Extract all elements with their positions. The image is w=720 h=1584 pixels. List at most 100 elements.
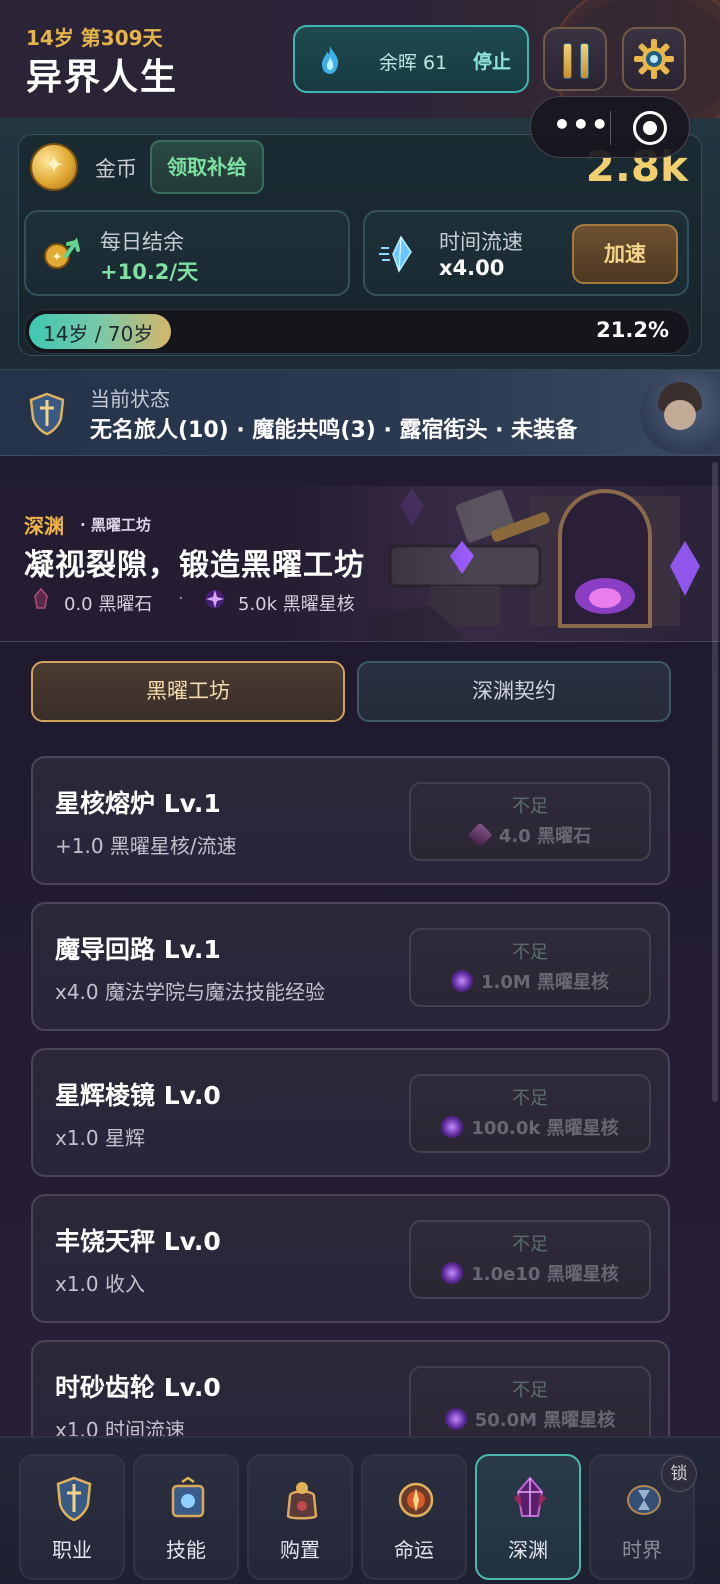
nav-career[interactable]: 职业	[19, 1454, 125, 1580]
upgrade-name: 时砂齿轮 Lv.0	[55, 1373, 221, 1402]
obsidian-core-icon	[441, 1116, 464, 1138]
miniprogram-capsule: •••	[530, 96, 690, 158]
hourglass-icon	[627, 1485, 661, 1515]
gear-icon	[634, 39, 674, 79]
upgrade-effect: x4.0 魔法学院与魔法技能经验	[55, 980, 325, 1004]
record-circle-icon[interactable]	[633, 111, 667, 145]
age-day-label: 14岁 第309天	[26, 26, 163, 50]
upgrade-effect: +1.0 黑曜星核/流速	[55, 834, 237, 858]
obsidian-stone-amount: 0.0 黑曜石	[64, 594, 153, 615]
nav-label: 命运	[394, 1538, 434, 1562]
upgrade-cost-button[interactable]: 不足 1.0e10 黑曜星核	[409, 1220, 651, 1299]
status-value: 无名旅人(10) · 魔能共鸣(3) · 露宿街头 · 未装备	[90, 418, 578, 443]
upgrade-card: 星核熔炉 Lv.1 +1.0 黑曜星核/流速 不足 4.0 黑曜石	[31, 756, 670, 885]
svg-text:✦: ✦	[52, 250, 63, 265]
obsidian-core-amount: 5.0k 黑曜星核	[238, 594, 355, 615]
upgrade-cost-button[interactable]: 不足 4.0 黑曜石	[409, 782, 651, 861]
upgrade-card: 星辉棱镜 Lv.0 x1.0 星辉 不足 100.0k 黑曜星核	[31, 1048, 670, 1177]
cost-row: 1.0M 黑曜星核	[411, 968, 649, 994]
crystal-icon	[514, 1476, 546, 1517]
cost-amount: 100.0k 黑曜星核	[471, 1118, 619, 1139]
stop-label: 停止	[473, 51, 512, 73]
tab-obsidian-workshop[interactable]: 黑曜工坊	[31, 661, 345, 722]
abyss-tag: 深渊	[24, 514, 64, 538]
shield-icon	[56, 1476, 92, 1522]
capsule-divider	[610, 111, 611, 145]
upgrade-name: 魔导回路 Lv.1	[55, 935, 221, 964]
upgrade-cost-button[interactable]: 不足 1.0M 黑曜星核	[409, 928, 651, 1007]
cost-row: 4.0 黑曜石	[411, 822, 649, 848]
life-percent: 21.2%	[596, 318, 669, 342]
bottom-nav: 职业 技能 购置 命运 深渊 时界 锁	[0, 1436, 720, 1584]
upgrade-list[interactable]: 星核熔炉 Lv.1 +1.0 黑曜星核/流速 不足 4.0 黑曜石 魔导回路 L…	[0, 736, 720, 1436]
scrollbar[interactable]	[712, 462, 718, 1102]
nav-purchase[interactable]: 购置	[247, 1454, 353, 1580]
obsidian-core-icon	[441, 1262, 464, 1284]
resource-separator: ·	[178, 588, 184, 609]
abyss-subtitle: · 黑曜工坊	[80, 516, 151, 534]
nav-label: 技能	[166, 1538, 206, 1562]
obsidian-core-icon	[450, 970, 473, 992]
cost-row: 50.0M 黑曜星核	[411, 1406, 649, 1432]
boost-button[interactable]: 加速	[572, 224, 678, 284]
daily-balance-card: ✦ 每日结余 +10.2/天	[24, 210, 350, 296]
nav-label: 深渊	[508, 1538, 548, 1562]
spellbook-icon	[171, 1476, 205, 1518]
coin-growth-icon: ✦	[44, 237, 80, 269]
status-title: 当前状态	[90, 387, 170, 411]
nav-skills[interactable]: 技能	[133, 1454, 239, 1580]
life-progress-bar: 14岁 / 70岁 21.2%	[24, 309, 690, 354]
lock-badge: 锁	[661, 1456, 697, 1492]
obsidian-core-icon	[206, 590, 224, 608]
cost-amount: 4.0 黑曜石	[498, 826, 592, 847]
nav-fate[interactable]: 命运	[361, 1454, 467, 1580]
upgrade-card: 时砂齿轮 Lv.0 x1.0 时间流速 不足 50.0M 黑曜星核	[31, 1340, 670, 1436]
avatar	[640, 372, 720, 454]
daily-balance-label: 每日结余	[100, 230, 184, 254]
nav-abyss[interactable]: 深渊	[475, 1454, 581, 1580]
time-speed-label: 时间流速	[439, 230, 523, 254]
pause-icon-bar	[580, 43, 589, 79]
cost-amount: 1.0M 黑曜星核	[480, 972, 610, 993]
upgrade-name: 丰饶天秤 Lv.0	[55, 1227, 221, 1256]
abyss-banner: 深渊 · 黑曜工坊 凝视裂隙，锻造黑曜工坊 0.0 黑曜石 · 5.0k 黑曜星…	[0, 486, 720, 642]
tab-abyss-contract[interactable]: 深渊契约	[357, 661, 671, 722]
gold-label: 金币	[95, 157, 137, 181]
settings-button[interactable]	[622, 27, 686, 91]
abyss-title: 凝视裂隙，锻造黑曜工坊	[24, 548, 365, 583]
upgrade-name: 星核熔炉 Lv.1	[55, 789, 221, 818]
obsidian-core-icon	[444, 1408, 467, 1430]
nav-label: 职业	[52, 1538, 92, 1562]
pause-button[interactable]	[543, 27, 607, 91]
obsidian-stone-icon	[467, 822, 493, 848]
more-dots-icon[interactable]: •••	[553, 107, 609, 147]
upgrade-name: 星辉棱镜 Lv.0	[55, 1081, 221, 1110]
app-title: 异界人生	[26, 57, 179, 98]
ember-count: 余晖 61	[379, 52, 448, 74]
daily-balance-value: +10.2/天	[100, 260, 199, 284]
nav-label: 购置	[280, 1538, 320, 1562]
game-screen: 14岁 第309天 异界人生 余晖 61 停止 ✦ 金币 领取补给 2.8k ✦…	[0, 0, 720, 1584]
cost-amount: 50.0M 黑曜星核	[474, 1410, 616, 1431]
cost-row: 1.0e10 黑曜星核	[411, 1260, 649, 1286]
bag-icon	[286, 1482, 318, 1520]
nav-time-realm[interactable]: 时界 锁	[589, 1454, 697, 1580]
upgrade-effect: x1.0 星辉	[55, 1126, 145, 1150]
upgrade-card: 魔导回路 Lv.1 x4.0 魔法学院与魔法技能经验 不足 1.0M 黑曜星核	[31, 902, 670, 1031]
time-speed-card: 时间流速 x4.00 加速	[363, 210, 689, 296]
compass-icon	[398, 1482, 434, 1518]
upgrade-cost-button[interactable]: 不足 50.0M 黑曜星核	[409, 1366, 651, 1436]
cost-amount: 1.0e10 黑曜星核	[471, 1264, 619, 1285]
flame-icon	[322, 46, 339, 74]
claim-supply-button[interactable]: 领取补给	[150, 140, 264, 194]
time-speed-value: x4.00	[439, 256, 505, 280]
cost-state: 不足	[512, 1088, 548, 1109]
current-status-strip[interactable]: 当前状态 无名旅人(10) · 魔能共鸣(3) · 露宿街头 · 未装备	[0, 370, 720, 456]
upgrade-effect: x1.0 收入	[55, 1272, 145, 1296]
nav-label: 时界	[622, 1538, 662, 1562]
upgrade-cost-button[interactable]: 不足 100.0k 黑曜星核	[409, 1074, 651, 1153]
pause-icon	[563, 43, 572, 79]
shield-status-icon	[29, 392, 65, 436]
upgrade-card: 丰饶天秤 Lv.0 x1.0 收入 不足 1.0e10 黑曜星核	[31, 1194, 670, 1323]
ember-stop-button[interactable]: 余晖 61 停止	[293, 25, 529, 93]
